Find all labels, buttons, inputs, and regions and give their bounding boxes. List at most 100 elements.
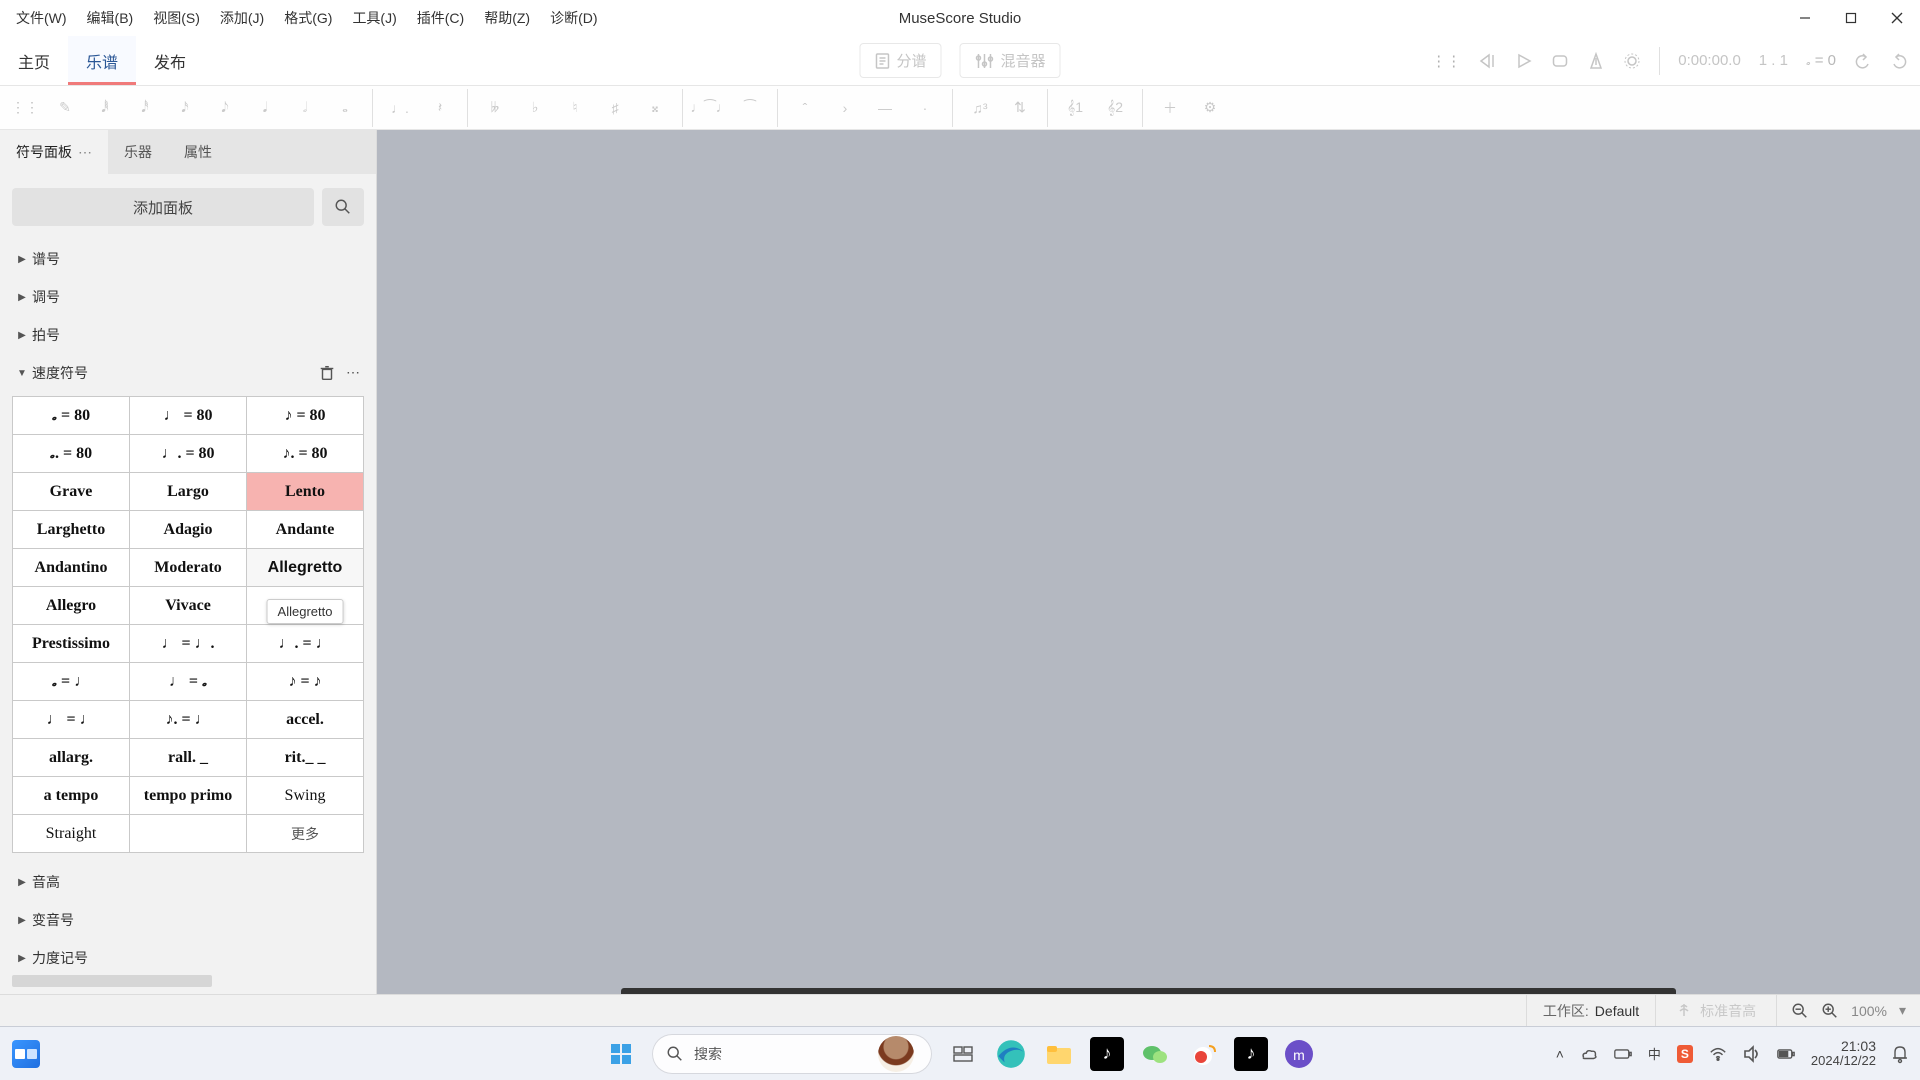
tempo-half-80[interactable]: 𝅗 = 80 <box>13 397 129 434</box>
tempo-mod-5[interactable]: ♪ = ♪ <box>247 663 363 700</box>
palette-tempo[interactable]: ▼ 速度符号 ⋯ <box>12 354 364 392</box>
menu-add[interactable]: 添加(J) <box>210 2 274 34</box>
zoom-in-icon[interactable] <box>1821 1002 1839 1020</box>
slur-icon[interactable]: ⁀ <box>733 91 767 125</box>
clock[interactable]: 21:03 2024/12/22 <box>1811 1038 1876 1069</box>
tie-icon[interactable]: ♩⁀♩ <box>693 91 727 125</box>
natural-icon[interactable]: ♮ <box>558 91 592 125</box>
tempo-eighth-80[interactable]: ♪ = 80 <box>247 397 363 434</box>
menu-diag[interactable]: 诊断(D) <box>540 2 607 34</box>
play-icon[interactable] <box>1515 52 1533 70</box>
workspace-selector[interactable]: 工作区: Default <box>1526 995 1655 1026</box>
tempo-allegro[interactable]: Allegro <box>13 587 129 624</box>
sogou-icon[interactable]: S <box>1677 1045 1693 1063</box>
start-button[interactable] <box>604 1037 638 1071</box>
pencil-icon[interactable]: ✎ <box>48 91 82 125</box>
close-button[interactable] <box>1874 0 1920 36</box>
redo-icon[interactable] <box>1890 52 1908 70</box>
rest-icon[interactable]: 𝄽 <box>423 91 457 125</box>
musescore-icon[interactable]: m <box>1282 1037 1316 1071</box>
menu-tools[interactable]: 工具(J) <box>342 2 406 34</box>
tempo-halfdot-80[interactable]: 𝅗. = 80 <box>13 435 129 472</box>
tempo-quarter-80[interactable]: ♩ = 80 <box>130 397 246 434</box>
tempo-swing[interactable]: Swing <box>247 777 363 814</box>
metronome-icon[interactable] <box>1587 52 1605 70</box>
note-32-icon[interactable]: 𝅘𝅥𝅰 <box>128 91 162 125</box>
tab-publish[interactable]: 发布 <box>136 36 204 85</box>
voice1-icon[interactable]: 𝄞1 <box>1058 91 1092 125</box>
explorer-icon[interactable] <box>1042 1037 1076 1071</box>
onedrive-icon[interactable] <box>1580 1045 1598 1063</box>
zoom-value[interactable]: 100% <box>1851 1003 1887 1019</box>
menu-view[interactable]: 视图(S) <box>143 2 210 34</box>
tempo-mod-1[interactable]: ♩ = ♩. <box>130 625 246 662</box>
minimize-button[interactable] <box>1782 0 1828 36</box>
menu-plugins[interactable]: 插件(C) <box>407 2 474 34</box>
grip-icon[interactable]: ⋮⋮ <box>1431 52 1461 70</box>
flip-icon[interactable]: ⇅ <box>1003 91 1037 125</box>
flat-icon[interactable]: ♭ <box>518 91 552 125</box>
tempo-mod-7[interactable]: ♪. = ♩ <box>130 701 246 738</box>
tempo-mod-2[interactable]: ♩. = ♩ <box>247 625 363 662</box>
battery-icon[interactable] <box>1614 1045 1632 1063</box>
tab-home[interactable]: 主页 <box>0 36 68 85</box>
add-icon[interactable]: ＋ <box>1153 91 1187 125</box>
note-64-icon[interactable]: 𝅘𝅥𝅱 <box>88 91 122 125</box>
tiktok-icon-2[interactable]: ♪ <box>1234 1037 1268 1071</box>
wechat-icon[interactable] <box>1138 1037 1172 1071</box>
tempo-prestissimo[interactable]: Prestissimo <box>13 625 129 662</box>
menu-file[interactable]: 文件(W) <box>6 2 77 34</box>
tempo-andantino[interactable]: Andantino <box>13 549 129 586</box>
tempo-more[interactable]: 更多 <box>247 815 363 852</box>
menu-help[interactable]: 帮助(Z) <box>474 2 540 34</box>
tempo-grave[interactable]: Grave <box>13 473 129 510</box>
tempo-mod-4[interactable]: ♩ = 𝅗 <box>130 663 246 700</box>
staccato-icon[interactable]: · <box>908 91 942 125</box>
sidetab-palettes[interactable]: 符号面板⋯ <box>0 130 108 174</box>
score-canvas[interactable] <box>377 130 1920 994</box>
concert-pitch-button[interactable]: 标准音高 <box>1655 995 1776 1026</box>
gear-icon[interactable]: ⚙ <box>1193 91 1227 125</box>
mixer-button[interactable]: 混音器 <box>960 43 1061 78</box>
palette-accidentals[interactable]: ▶变音号 <box>12 901 364 939</box>
double-sharp-icon[interactable]: 𝄪 <box>638 91 672 125</box>
tempo-allegretto[interactable]: Allegretto Allegretto <box>247 549 363 586</box>
edge-icon[interactable] <box>994 1037 1028 1071</box>
menu-format[interactable]: 格式(G) <box>274 2 342 34</box>
taskbar-search[interactable]: 搜索 <box>652 1034 932 1074</box>
marcato-icon[interactable]: ˆ <box>788 91 822 125</box>
weibo-icon[interactable] <box>1186 1037 1220 1071</box>
double-flat-icon[interactable]: 𝄫 <box>478 91 512 125</box>
more-icon[interactable]: ⋯ <box>346 364 360 382</box>
palette-timesig[interactable]: ▶拍号 <box>12 316 364 354</box>
tenuto-icon[interactable]: — <box>868 91 902 125</box>
voice2-icon[interactable]: 𝄞2 <box>1098 91 1132 125</box>
h-scrollbar[interactable] <box>12 974 364 988</box>
palette-dynamics[interactable]: ▶力度记号 <box>12 939 364 968</box>
tempo-moderato[interactable]: Moderato <box>130 549 246 586</box>
sidetab-properties[interactable]: 属性 <box>168 130 228 174</box>
note-1-icon[interactable]: 𝅝 <box>328 91 362 125</box>
widgets-button[interactable] <box>12 1040 40 1068</box>
sidetab-instruments[interactable]: 乐器 <box>108 130 168 174</box>
wifi-icon[interactable] <box>1709 1045 1727 1063</box>
tempo-eighthdot-80[interactable]: ♪. = 80 <box>247 435 363 472</box>
tab-score[interactable]: 乐谱 <box>68 36 136 85</box>
settings-icon[interactable] <box>1623 52 1641 70</box>
tray-chevron-icon[interactable]: ˄ <box>1556 1046 1564 1062</box>
rewind-icon[interactable] <box>1479 52 1497 70</box>
search-button[interactable] <box>322 188 364 226</box>
tempo-allarg[interactable]: allarg. <box>13 739 129 776</box>
grip-icon[interactable]: ⋮⋮ <box>8 91 42 125</box>
palette-clefs[interactable]: ▶谱号 <box>12 240 364 278</box>
tempo-accel[interactable]: accel. <box>247 701 363 738</box>
trash-icon[interactable] <box>318 364 336 382</box>
menu-edit[interactable]: 编辑(B) <box>77 2 144 34</box>
note-16-icon[interactable]: 𝅘𝅥𝅯 <box>168 91 202 125</box>
accent-icon[interactable]: › <box>828 91 862 125</box>
palette-pitch[interactable]: ▶音高 <box>12 863 364 901</box>
note-2-icon[interactable]: 𝅗𝅥 <box>288 91 322 125</box>
tempo-mod-6[interactable]: ♩ = ♩ <box>13 701 129 738</box>
ime-icon[interactable]: 中 <box>1648 1044 1661 1063</box>
tempo-lento[interactable]: Lento <box>247 473 363 510</box>
